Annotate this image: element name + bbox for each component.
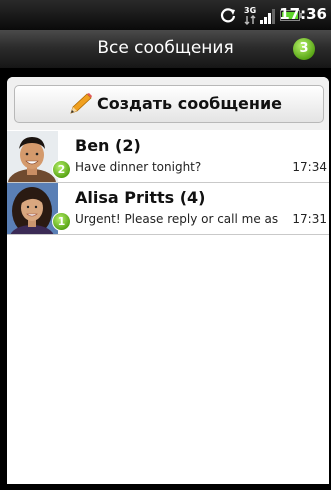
title-bar: Все сообщения 3	[0, 30, 331, 69]
message-preview: Have dinner tonight?	[75, 160, 202, 174]
compose-message-button[interactable]: Создать сообщение	[14, 85, 324, 123]
avatar	[7, 131, 58, 182]
unread-badge: 1	[52, 212, 71, 231]
avatar	[7, 183, 58, 234]
message-time: 17:31	[292, 212, 327, 226]
contact-name: Alisa Pritts (4)	[75, 188, 206, 207]
divider	[0, 69, 331, 77]
message-time: 17:34	[292, 160, 327, 174]
status-time: 17:36	[279, 5, 327, 23]
conversation-list: 2 Ben (2) Have dinner tonight? 17:34 1 A…	[7, 131, 329, 235]
unread-count-badge: 3	[293, 38, 315, 60]
message-preview: Urgent! Please reply or call me as soon …	[75, 212, 280, 226]
pencil-icon	[70, 93, 92, 114]
conversation-row[interactable]: 1 Alisa Pritts (4) Urgent! Please reply …	[7, 183, 329, 235]
page-title: Все сообщения	[97, 38, 234, 58]
unread-badge: 2	[52, 160, 71, 179]
avatar-image	[7, 183, 58, 234]
messages-panel: Создать сообщение 2 Ben (2) Have dinner	[7, 77, 329, 484]
sync-icon	[220, 8, 236, 23]
contact-name: Ben (2)	[75, 136, 141, 155]
status-bar: 3G 17:36	[0, 0, 331, 30]
compose-area: Создать сообщение	[7, 77, 329, 130]
avatar-image	[7, 131, 58, 182]
conversation-row[interactable]: 2 Ben (2) Have dinner tonight? 17:34	[7, 131, 329, 183]
3g-network-icon: 3G	[244, 6, 256, 25]
signal-icon	[260, 9, 275, 24]
svg-text:3G: 3G	[244, 6, 256, 15]
bottom-edge	[0, 484, 331, 490]
compose-message-label: Создать сообщение	[97, 94, 283, 113]
